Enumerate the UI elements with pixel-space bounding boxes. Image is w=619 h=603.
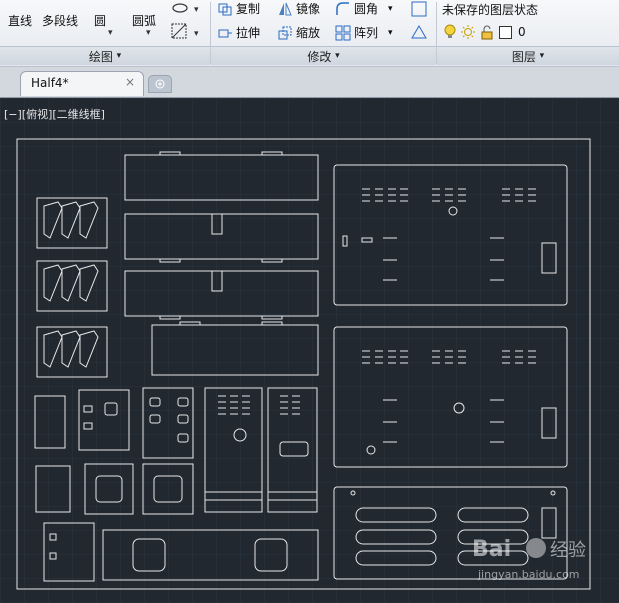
small-part (35, 465, 71, 513)
drawing-canvas[interactable]: [−][俯视][二维线框] Bai 经验 jingyan.baidu.com (0, 98, 619, 603)
add-icon (155, 79, 165, 89)
square-part (142, 463, 194, 515)
polyline-tool-label[interactable]: 多段线 (42, 12, 78, 29)
svg-text:经验: 经验 (550, 540, 586, 561)
array-label: 阵列 (354, 26, 379, 40)
stretch-label: 拉伸 (236, 26, 261, 40)
fillet-button[interactable]: 圆角 ▾ (335, 0, 393, 17)
modify-panel-title[interactable]: 修改 ▾ (211, 46, 436, 65)
baidu-jingyan-watermark: Bai 经验 jingyan.baidu.com (472, 537, 586, 581)
lightbulb-icon (444, 24, 456, 38)
mirror-button[interactable]: 镜像 (277, 0, 320, 17)
small-part (204, 491, 263, 513)
arc-tool-label[interactable]: 圆弧 (132, 12, 156, 29)
small-part (43, 522, 95, 582)
line-tool-label[interactable]: 直线 (8, 12, 32, 29)
fillet-icon (336, 1, 349, 15)
layers-expand-icon: ▾ (539, 51, 545, 61)
scale-label: 缩放 (296, 26, 321, 40)
modify-expand-icon: ▾ (335, 51, 340, 61)
mirror-icon (279, 2, 292, 15)
array-dropdown-icon[interactable]: ▾ (388, 28, 393, 38)
small-part (267, 491, 318, 513)
modify-title-text: 修改 (307, 49, 332, 64)
stair-piece (36, 197, 108, 249)
new-tab-button[interactable] (148, 75, 172, 93)
long-panel (124, 213, 319, 263)
arc-dropdown-icon[interactable]: ▾ (146, 28, 151, 38)
tab-title: Half4* (31, 76, 69, 90)
square-part (84, 463, 134, 515)
small-part (34, 395, 66, 449)
array-button[interactable]: 阵列 ▾ (335, 24, 393, 41)
copy-icon (218, 3, 232, 15)
svg-text:▾: ▾ (194, 29, 199, 39)
document-tab-bar: Half4* × (0, 67, 619, 98)
circuit-panel (333, 326, 568, 468)
ribbon: 直线 多段线 圆 圆弧 ▾ ▾ ▾ ▾ 复制 镜像 圆角 ▾ 拉伸 缩放 阵列 … (0, 0, 619, 67)
fillet-label: 圆角 (354, 2, 379, 16)
draw-extra-icons[interactable]: ▾ ▾ (168, 0, 206, 44)
scale-button[interactable]: 缩放 (277, 24, 320, 41)
small-part (78, 389, 130, 451)
svg-text:▾: ▾ (194, 5, 199, 15)
mirror-label: 镜像 (296, 2, 321, 16)
circle-dropdown-icon[interactable]: ▾ (108, 28, 113, 38)
tall-panel (204, 387, 263, 501)
fillet-dropdown-icon[interactable]: ▾ (388, 4, 393, 14)
layer-color-swatch (499, 25, 512, 39)
draw-panel-title[interactable]: 绘图 ▾ (0, 46, 210, 65)
copy-button[interactable]: 复制 (217, 0, 260, 17)
copy-label: 复制 (236, 2, 261, 16)
long-panel (124, 270, 319, 320)
stretch-icon (218, 29, 232, 37)
array-icon (335, 25, 351, 40)
modify-extra-icons[interactable] (409, 0, 433, 44)
svg-text:Bai: Bai (472, 537, 511, 562)
close-icon[interactable]: × (125, 75, 135, 89)
sun-icon (461, 25, 475, 39)
stair-piece (36, 326, 108, 378)
stretch-button[interactable]: 拉伸 (217, 24, 260, 41)
circle-tool-label[interactable]: 圆 (94, 12, 106, 29)
small-part (142, 387, 194, 459)
circuit-panel (333, 164, 568, 306)
layers-panel-title[interactable]: 图层 ▾ (437, 46, 619, 65)
layers-title-text: 图层 (511, 49, 536, 64)
draw-expand-icon: ▾ (116, 51, 122, 61)
layer-control[interactable]: 0 (443, 24, 526, 40)
layer-state-label[interactable]: 未保存的图层状态 (442, 1, 538, 18)
tab-half4[interactable]: Half4* × (20, 71, 144, 96)
draw-title-text: 绘图 (88, 49, 113, 64)
long-base-panel (102, 529, 319, 581)
tall-panel (267, 387, 318, 501)
stair-piece (36, 260, 108, 312)
current-layer-name: 0 (518, 25, 526, 39)
long-panel (124, 151, 319, 201)
long-panel (151, 321, 319, 376)
scale-icon (278, 26, 292, 39)
svg-text:jingyan.baidu.com: jingyan.baidu.com (477, 568, 580, 581)
unlock-icon (481, 25, 493, 40)
